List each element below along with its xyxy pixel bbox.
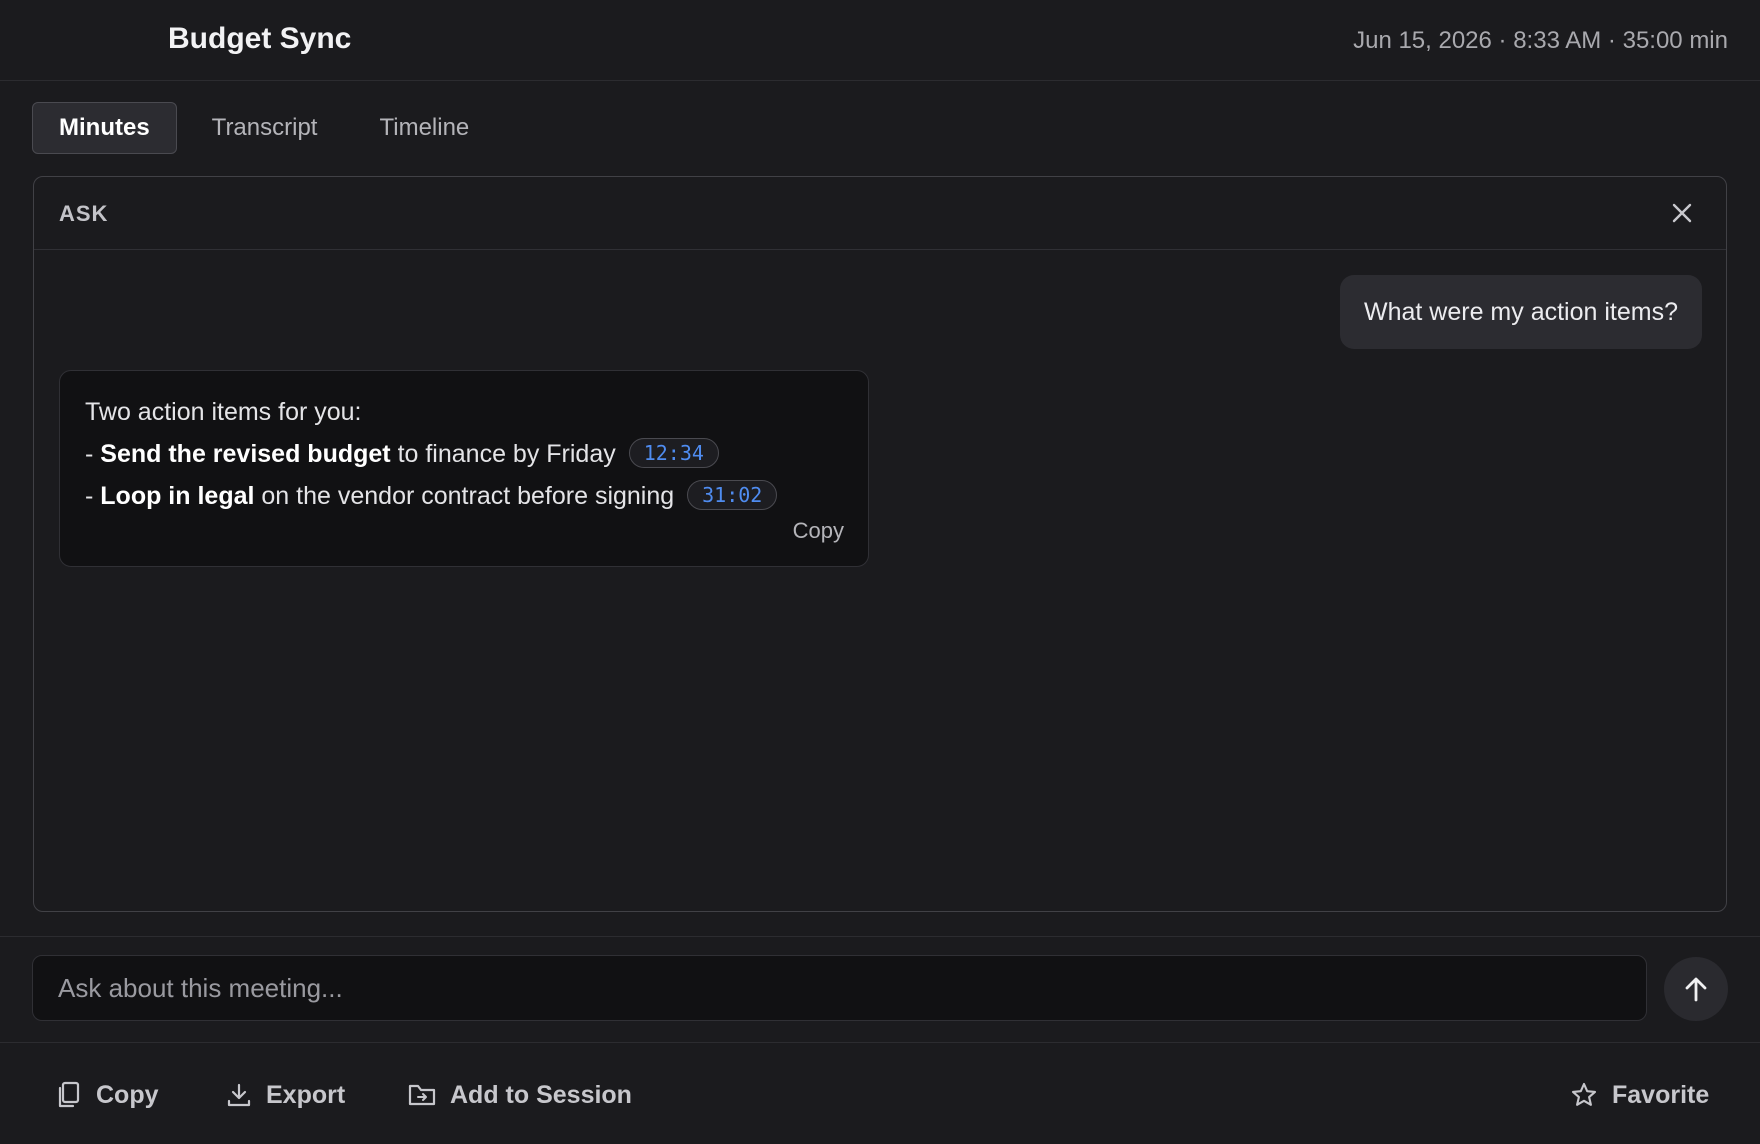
- close-icon: [1672, 203, 1692, 223]
- action-item: - Send the revised budget to finance by …: [85, 433, 843, 475]
- ask-panel: ASK What were my action items? Two actio…: [33, 176, 1727, 912]
- tab-bar: Minutes Transcript Timeline: [32, 102, 496, 154]
- favorite-label: Favorite: [1612, 1080, 1710, 1109]
- tab-transcript[interactable]: Transcript: [185, 102, 345, 154]
- header: Budget Sync Jun 15, 2026 · 8:33 AM · 35:…: [0, 0, 1760, 81]
- action-item-text: on the vendor contract before signing: [254, 482, 675, 510]
- divider: [0, 1042, 1760, 1043]
- answer-intro: Two action items for you:: [85, 398, 362, 426]
- add-to-session-label: Add to Session: [450, 1080, 632, 1109]
- favorite-button[interactable]: Favorite: [1570, 1075, 1709, 1115]
- export-button[interactable]: Export: [226, 1075, 345, 1115]
- copy-icon: [58, 1081, 80, 1108]
- copy-button-label: Copy: [96, 1080, 159, 1109]
- tab-minutes[interactable]: Minutes: [32, 102, 177, 154]
- action-item-bold: Send the revised budget: [100, 440, 391, 468]
- add-to-session-button[interactable]: Add to Session: [408, 1075, 632, 1115]
- divider: [0, 936, 1760, 937]
- action-item-bullet: -: [85, 482, 101, 510]
- answer-copy-button[interactable]: Copy: [793, 510, 844, 552]
- meeting-title: Budget Sync: [168, 22, 352, 55]
- copy-button[interactable]: Copy: [56, 1075, 159, 1115]
- send-button[interactable]: [1664, 957, 1728, 1021]
- user-message-text: What were my action items?: [1364, 297, 1678, 326]
- ask-panel-header: ASK: [34, 177, 1726, 250]
- action-item-bold: Loop in legal: [100, 482, 255, 510]
- arrow-up-icon: [1685, 977, 1707, 1002]
- close-button[interactable]: [1666, 197, 1698, 229]
- meeting-meta: Jun 15, 2026 · 8:33 AM · 35:00 min: [1353, 27, 1728, 54]
- action-item: - Loop in legal on the vendor contract b…: [85, 475, 843, 517]
- ask-input[interactable]: [32, 955, 1647, 1021]
- export-button-label: Export: [266, 1080, 346, 1109]
- ask-panel-label: ASK: [59, 201, 109, 226]
- action-item-bullet: -: [85, 440, 101, 468]
- folder-add-icon: [408, 1084, 436, 1106]
- user-message-bubble: What were my action items?: [1340, 275, 1702, 349]
- star-icon: [1571, 1082, 1597, 1106]
- tab-timeline[interactable]: Timeline: [352, 102, 496, 154]
- timestamp-chip[interactable]: 12:34: [628, 438, 719, 468]
- download-icon: [227, 1083, 251, 1107]
- action-item-text: to finance by Friday: [390, 440, 616, 468]
- timestamp-chip[interactable]: 31:02: [687, 480, 778, 510]
- assistant-answer-card: Two action items for you: - Send the rev…: [59, 370, 869, 567]
